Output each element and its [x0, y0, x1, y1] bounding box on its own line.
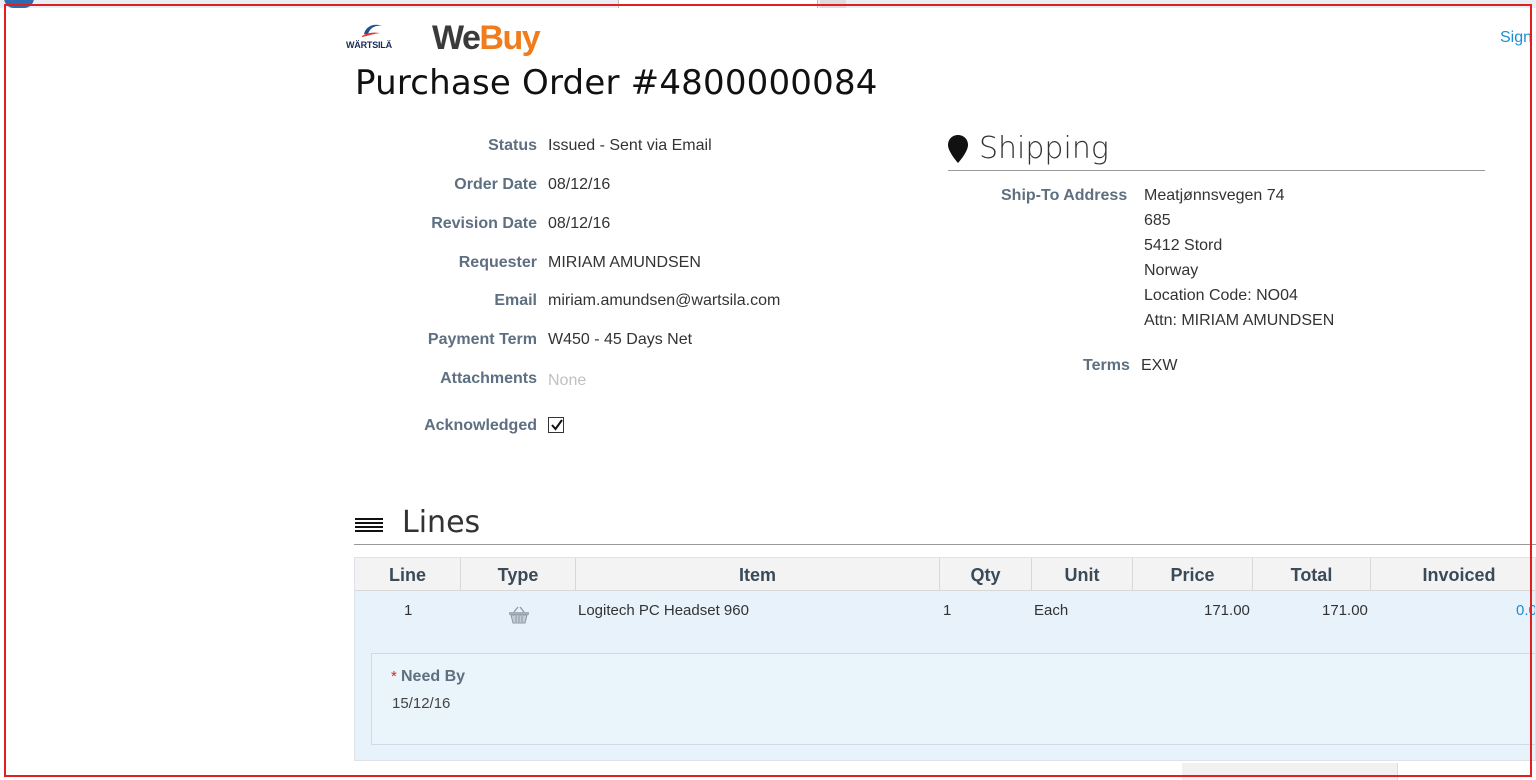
detail-label: Revision Date — [431, 215, 537, 232]
webuy-logo-we: We — [432, 19, 481, 57]
wartsila-logo-text: WÄRTSILÄ — [346, 40, 392, 50]
need-by-panel: * Need By 15/12/16 — [371, 653, 1535, 745]
detail-value: None — [548, 372, 587, 389]
ship-to-label: Ship-To Address — [1001, 187, 1128, 204]
cell-price: 171.00 — [1204, 602, 1250, 619]
cell-unit: Each — [1034, 602, 1069, 619]
browser-new-tab[interactable] — [820, 0, 846, 8]
detail-label: Email — [494, 292, 537, 309]
address-line: Meatjønnsvegen 74 — [1144, 187, 1285, 204]
detail-acknowledged: Acknowledged — [300, 417, 860, 441]
ship-to-address: Meatjønnsvegen 74 685 5412 Stord Norway … — [1144, 187, 1334, 337]
detail-value: Issued - Sent via Email — [548, 137, 712, 154]
column-header-invoiced[interactable]: Invoiced — [1371, 558, 1535, 591]
address-line: 685 — [1144, 212, 1171, 229]
detail-label: Payment Term — [427, 331, 537, 348]
address-line: Attn: MIRIAM AMUNDSEN — [1144, 312, 1335, 329]
lines-section-header: Lines — [354, 504, 1536, 545]
terms-label: Terms — [1083, 357, 1130, 374]
address-line: 5412 Stord — [1144, 237, 1223, 254]
detail-value: 08/12/16 — [548, 215, 611, 232]
detail-order-date: Order Date 08/12/16 — [300, 176, 860, 200]
detail-attachments: Attachments None — [300, 370, 860, 394]
cell-total: 171.00 — [1322, 602, 1368, 619]
detail-value: MIRIAM AMUNDSEN — [548, 254, 701, 271]
sign-out-link[interactable]: Sign — [1500, 29, 1532, 47]
page-title: Purchase Order #4800000084 — [355, 63, 878, 103]
detail-label: Order Date — [454, 176, 537, 193]
column-header-price[interactable]: Price — [1133, 558, 1253, 591]
map-pin-icon — [948, 135, 968, 163]
lines-title: Lines — [402, 505, 481, 540]
address-line: Location Code: NO04 — [1144, 287, 1298, 304]
webuy-logo-buy: Buy — [479, 19, 540, 57]
address-line: Norway — [1144, 262, 1199, 279]
detail-requester: Requester MIRIAM AMUNDSEN — [300, 254, 860, 278]
detail-label: Requester — [458, 254, 537, 271]
detail-value: W450 - 45 Days Net — [548, 331, 693, 348]
browser-tab[interactable] — [618, 0, 818, 8]
detail-status: Status Issued - Sent via Email — [300, 137, 860, 161]
column-header-unit[interactable]: Unit — [1032, 558, 1133, 591]
column-header-total[interactable]: Total — [1253, 558, 1371, 591]
shipping-title: Shipping — [979, 131, 1109, 166]
column-header-qty[interactable]: Qty — [940, 558, 1032, 591]
detail-label: Status — [488, 137, 537, 154]
detail-revision-date: Revision Date 08/12/16 — [300, 215, 860, 239]
detail-payment-term: Payment Term W450 - 45 Days Net — [300, 331, 860, 355]
detail-label: Attachments — [440, 370, 537, 387]
required-marker: * — [391, 668, 397, 685]
column-header-item[interactable]: Item — [576, 558, 940, 591]
detail-value: 08/12/16 — [548, 176, 611, 193]
cell-invoiced-link[interactable]: 0.0 — [1516, 602, 1535, 619]
checkmark-icon — [551, 419, 563, 431]
basket-icon — [509, 606, 529, 624]
lines-table: Line Type Item Qty Unit Price Total Invo… — [354, 557, 1536, 761]
terms-value: EXW — [1141, 357, 1178, 374]
detail-label: Acknowledged — [424, 417, 537, 434]
detail-email: Email miriam.amundsen@wartsila.com — [300, 292, 860, 316]
acknowledged-checkbox[interactable] — [548, 417, 564, 433]
footer-strip — [1182, 763, 1398, 780]
column-header-type[interactable]: Type — [461, 558, 576, 591]
browser-chrome — [0, 0, 1536, 8]
shipping-section-header: Shipping — [948, 131, 1485, 171]
detail-value: miriam.amundsen@wartsila.com — [548, 292, 781, 309]
table-header: Line Type Item Qty Unit Price Total Invo… — [355, 558, 1535, 591]
column-header-line[interactable]: Line — [355, 558, 461, 591]
wartsila-logo: WÄRTSILÄ — [346, 22, 398, 52]
need-by-value: 15/12/16 — [392, 695, 451, 712]
cell-line: 1 — [404, 602, 413, 619]
cell-item: Logitech PC Headset 960 — [578, 602, 749, 619]
list-icon — [355, 518, 383, 532]
webuy-logo: WeBuy — [432, 18, 541, 58]
need-by-label: Need By — [401, 668, 466, 685]
wartsila-swoosh-icon — [362, 24, 382, 37]
cell-qty: 1 — [943, 602, 952, 619]
browser-back-button[interactable] — [4, 0, 34, 8]
